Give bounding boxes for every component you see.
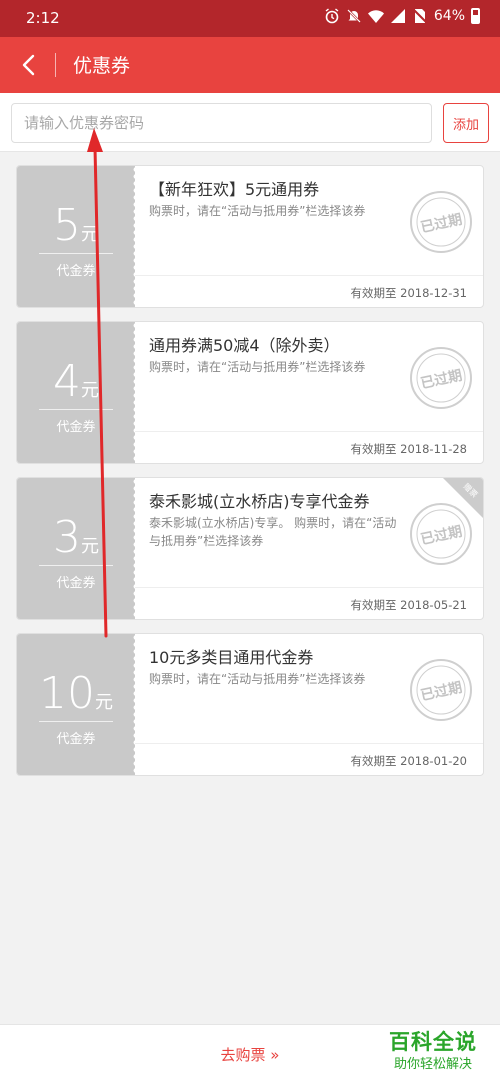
watermark-title: 百科全说 — [389, 1030, 477, 1054]
coupon-info: 泰禾影城(立水桥店)专享代金券 泰禾影城(立水桥店)专享。 购票时，请在“活动与… — [135, 478, 483, 619]
coupon-info: 【新年狂欢】5元通用券 购票时，请在“活动与抵用券”栏选择该券 已过期 有效期至… — [135, 166, 483, 307]
stamp-text: 已过期 — [419, 523, 464, 548]
coupon-value-divider — [39, 253, 113, 254]
coupon-description: 购票时，请在“活动与抵用券”栏选择该券 — [149, 360, 366, 374]
coupon-amount: 10元 — [17, 668, 135, 719]
coupon-title: 【新年狂欢】5元通用券 — [149, 180, 320, 199]
status-icons: 64% — [324, 8, 480, 24]
back-button[interactable] — [14, 49, 44, 81]
coupon-amount-unit: 元 — [81, 536, 99, 557]
coupon-footer: 有效期至 2018-01-20 — [135, 743, 483, 775]
coupon-value-divider — [39, 565, 113, 566]
signal-icon — [390, 9, 405, 23]
coupon-type: 代金券 — [56, 576, 96, 591]
coupon-amount-number: 4 — [53, 356, 81, 407]
expired-stamp-icon: 已过期 — [410, 347, 472, 409]
page-title: 优惠券 — [73, 55, 131, 77]
coupon-validity: 有效期至 2018-05-21 — [350, 598, 468, 612]
coupon-card[interactable]: 3元 代金券 泰禾影城(立水桥店)专享代金券 泰禾影城(立水桥店)专享。 购票时… — [16, 477, 484, 620]
coupon-value-divider — [39, 409, 113, 410]
site-watermark: 百科全说 助你轻松解决 — [374, 1026, 492, 1074]
double-chevron-right-icon: » — [270, 1046, 280, 1064]
coupon-amount: 4元 — [17, 356, 135, 407]
coupon-value-panel: 5元 代金券 — [17, 166, 136, 307]
coupon-footer: 有效期至 2018-05-21 — [135, 587, 483, 619]
coupon-info: 10元多类目通用代金券 购票时，请在“活动与抵用券”栏选择该券 已过期 有效期至… — [135, 634, 483, 775]
chevron-left-icon — [22, 54, 35, 76]
wifi-icon — [367, 10, 384, 23]
coupon-amount-number: 3 — [53, 512, 81, 563]
coupon-validity: 有效期至 2018-01-20 — [350, 754, 468, 768]
coupon-value-panel: 10元 代金券 — [17, 634, 136, 775]
coupon-card[interactable]: 10元 代金券 10元多类目通用代金券 购票时，请在“活动与抵用券”栏选择该券 … — [16, 633, 484, 776]
coupon-validity: 有效期至 2018-11-28 — [350, 442, 468, 456]
go-buy-ticket-label: 去购票 — [220, 1046, 266, 1064]
coupon-description: 购票时，请在“活动与抵用券”栏选择该券 — [149, 672, 366, 686]
coupon-card[interactable]: 4元 代金券 通用券满50减4（除外卖） 购票时，请在“活动与抵用券”栏选择该券… — [16, 321, 484, 464]
coupon-amount-number: 10 — [39, 668, 95, 719]
coupon-code-bar: 添加 — [0, 93, 500, 152]
coupon-type: 代金券 — [56, 264, 96, 279]
stamp-text: 已过期 — [419, 679, 464, 704]
coupon-value-divider — [39, 721, 113, 722]
coupon-footer: 有效期至 2018-11-28 — [135, 431, 483, 463]
stamp-text: 已过期 — [419, 211, 464, 236]
bell-muted-icon — [347, 9, 361, 23]
watermark-subtitle: 助你轻松解决 — [393, 1057, 472, 1072]
coupon-code-input[interactable] — [11, 103, 432, 143]
coupon-amount-number: 5 — [53, 200, 81, 251]
coupon-amount-unit: 元 — [81, 380, 99, 401]
coupon-title: 泰禾影城(立水桥店)专享代金券 — [149, 492, 370, 511]
coupon-card[interactable]: 5元 代金券 【新年狂欢】5元通用券 购票时，请在“活动与抵用券”栏选择该券 已… — [16, 165, 484, 308]
status-bar: 2:12 64% — [0, 0, 500, 37]
coupon-title: 通用券满50减4（除外卖） — [149, 336, 340, 355]
coupon-amount: 3元 — [17, 512, 135, 563]
coupon-value-panel: 4元 代金券 — [17, 322, 136, 463]
battery-icon — [471, 8, 480, 24]
coupon-value-panel: 3元 代金券 — [17, 478, 136, 619]
coupon-info: 通用券满50减4（除外卖） 购票时，请在“活动与抵用券”栏选择该券 已过期 有效… — [135, 322, 483, 463]
no-sim-icon — [413, 9, 427, 23]
coupon-amount-unit: 元 — [81, 224, 99, 245]
coupon-description: 泰禾影城(立水桥店)专享。 购票时，请在“活动与抵用券”栏选择该券 — [149, 516, 397, 548]
status-time: 2:12 — [26, 9, 60, 27]
coupon-footer: 有效期至 2018-12-31 — [135, 275, 483, 307]
add-button[interactable]: 添加 — [443, 103, 489, 143]
coupon-title: 10元多类目通用代金券 — [149, 648, 314, 667]
header-divider — [55, 53, 56, 77]
coupon-type: 代金券 — [56, 420, 96, 435]
coupon-amount-unit: 元 — [95, 692, 113, 713]
expired-stamp-icon: 已过期 — [410, 191, 472, 253]
gift-ticket-corner-badge: 赠票 — [443, 478, 483, 518]
alarm-icon — [325, 8, 339, 24]
coupon-type: 代金券 — [56, 732, 96, 747]
coupon-amount: 5元 — [17, 200, 135, 251]
coupon-description: 购票时，请在“活动与抵用券”栏选择该券 — [149, 204, 366, 218]
battery-percent: 64% — [433, 8, 465, 24]
stamp-text: 已过期 — [419, 367, 464, 392]
coupon-validity: 有效期至 2018-12-31 — [350, 286, 468, 300]
app-bar: 优惠券 — [0, 37, 500, 93]
expired-stamp-icon: 已过期 — [410, 659, 472, 721]
